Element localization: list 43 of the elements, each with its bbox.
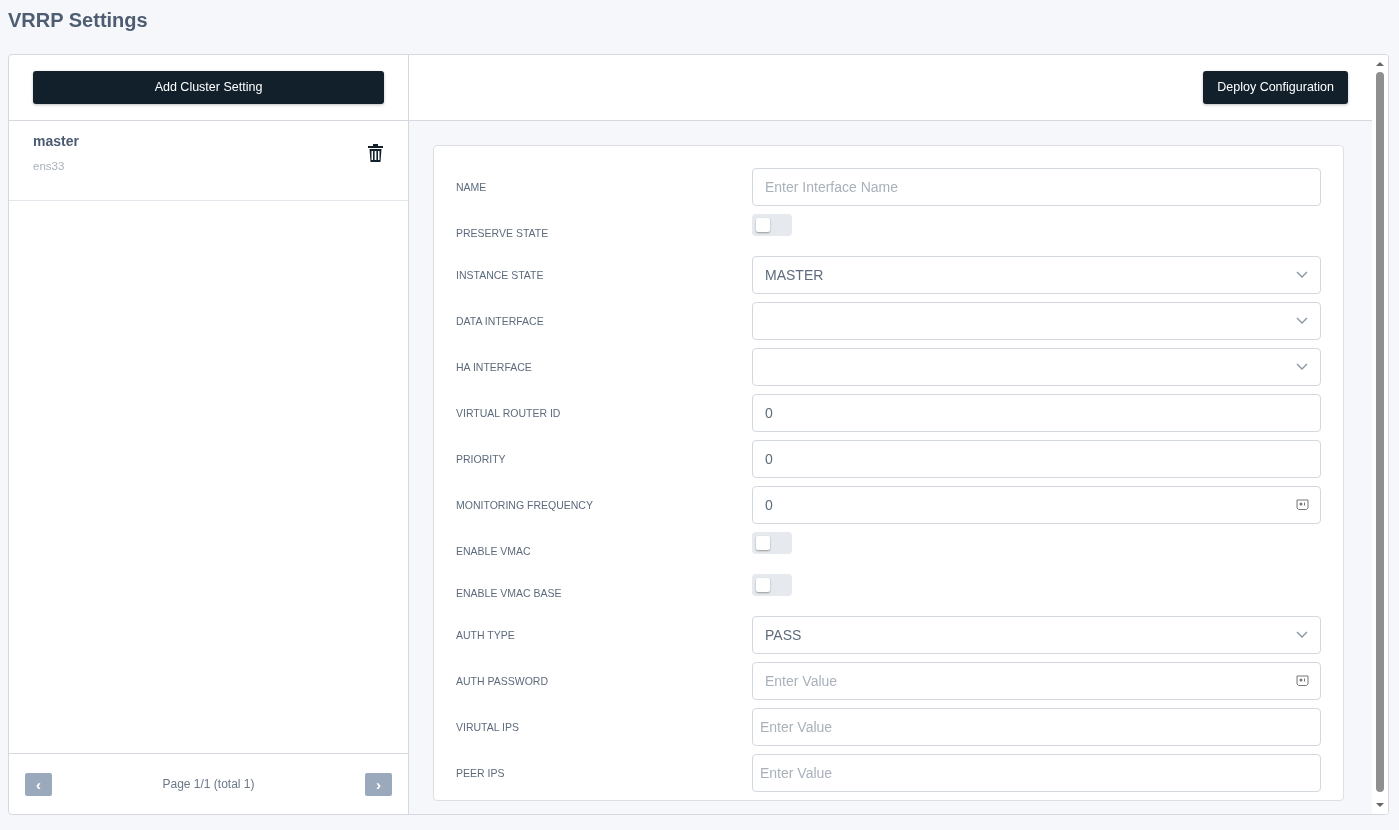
key-card-icon [1296, 499, 1309, 511]
field-label: PEER IPS [456, 766, 506, 781]
field-label: MONITORING FREQUENCY [456, 498, 594, 513]
input-field[interactable]: Enter Interface Name [752, 168, 1321, 206]
cluster-name: master [33, 132, 79, 151]
toggle-switch[interactable] [752, 574, 792, 596]
chevron-down-icon [1296, 317, 1308, 325]
chevron-down-icon [1296, 271, 1308, 279]
chevron-down-icon [1296, 631, 1308, 639]
input-field[interactable]: 0 [752, 394, 1321, 432]
field-label: VIRTUAL ROUTER ID [456, 406, 562, 421]
input-field[interactable]: Enter Value [752, 708, 1321, 746]
field-label: AUTH TYPE [456, 628, 516, 643]
scrollbar[interactable] [1372, 55, 1388, 814]
page-title: VRRP Settings [7, 8, 149, 33]
delete-icon[interactable] [367, 143, 384, 163]
field-label: ENABLE VMAC BASE [456, 586, 563, 601]
select-field[interactable] [752, 302, 1321, 340]
add-cluster-button[interactable]: Add Cluster Setting [33, 71, 384, 104]
field-label: PRIORITY [456, 452, 507, 467]
select-field[interactable]: MASTER [752, 256, 1321, 294]
page-indicator: Page 1/1 (total 1) [162, 776, 255, 793]
input-field[interactable]: 0 [752, 440, 1321, 478]
field-label: INSTANCE STATE [456, 268, 545, 283]
deploy-button[interactable]: Deploy Configuration [1203, 71, 1348, 104]
field-label: ENABLE VMAC [456, 544, 532, 559]
chevron-down-icon [1296, 363, 1308, 371]
toggle-switch[interactable] [752, 532, 792, 554]
cluster-item[interactable]: master ens33 [9, 121, 408, 201]
toggle-switch[interactable] [752, 214, 792, 236]
input-field[interactable]: 0 [752, 486, 1321, 524]
field-label: PRESERVE STATE [456, 226, 550, 241]
field-label: DATA INTERFACE [456, 314, 545, 329]
input-field[interactable]: Enter Value [752, 754, 1321, 792]
interface-name: ens33 [33, 159, 66, 174]
field-label: VIRUTAL IPS [456, 720, 520, 735]
field-label: AUTH PASSWORD [456, 674, 549, 689]
select-field[interactable]: PASS [752, 616, 1321, 654]
input-field[interactable]: Enter Value [752, 662, 1321, 700]
field-label: NAME [456, 180, 488, 195]
key-card-icon [1296, 675, 1309, 687]
select-field[interactable] [752, 348, 1321, 386]
field-label: HA INTERFACE [456, 360, 533, 375]
